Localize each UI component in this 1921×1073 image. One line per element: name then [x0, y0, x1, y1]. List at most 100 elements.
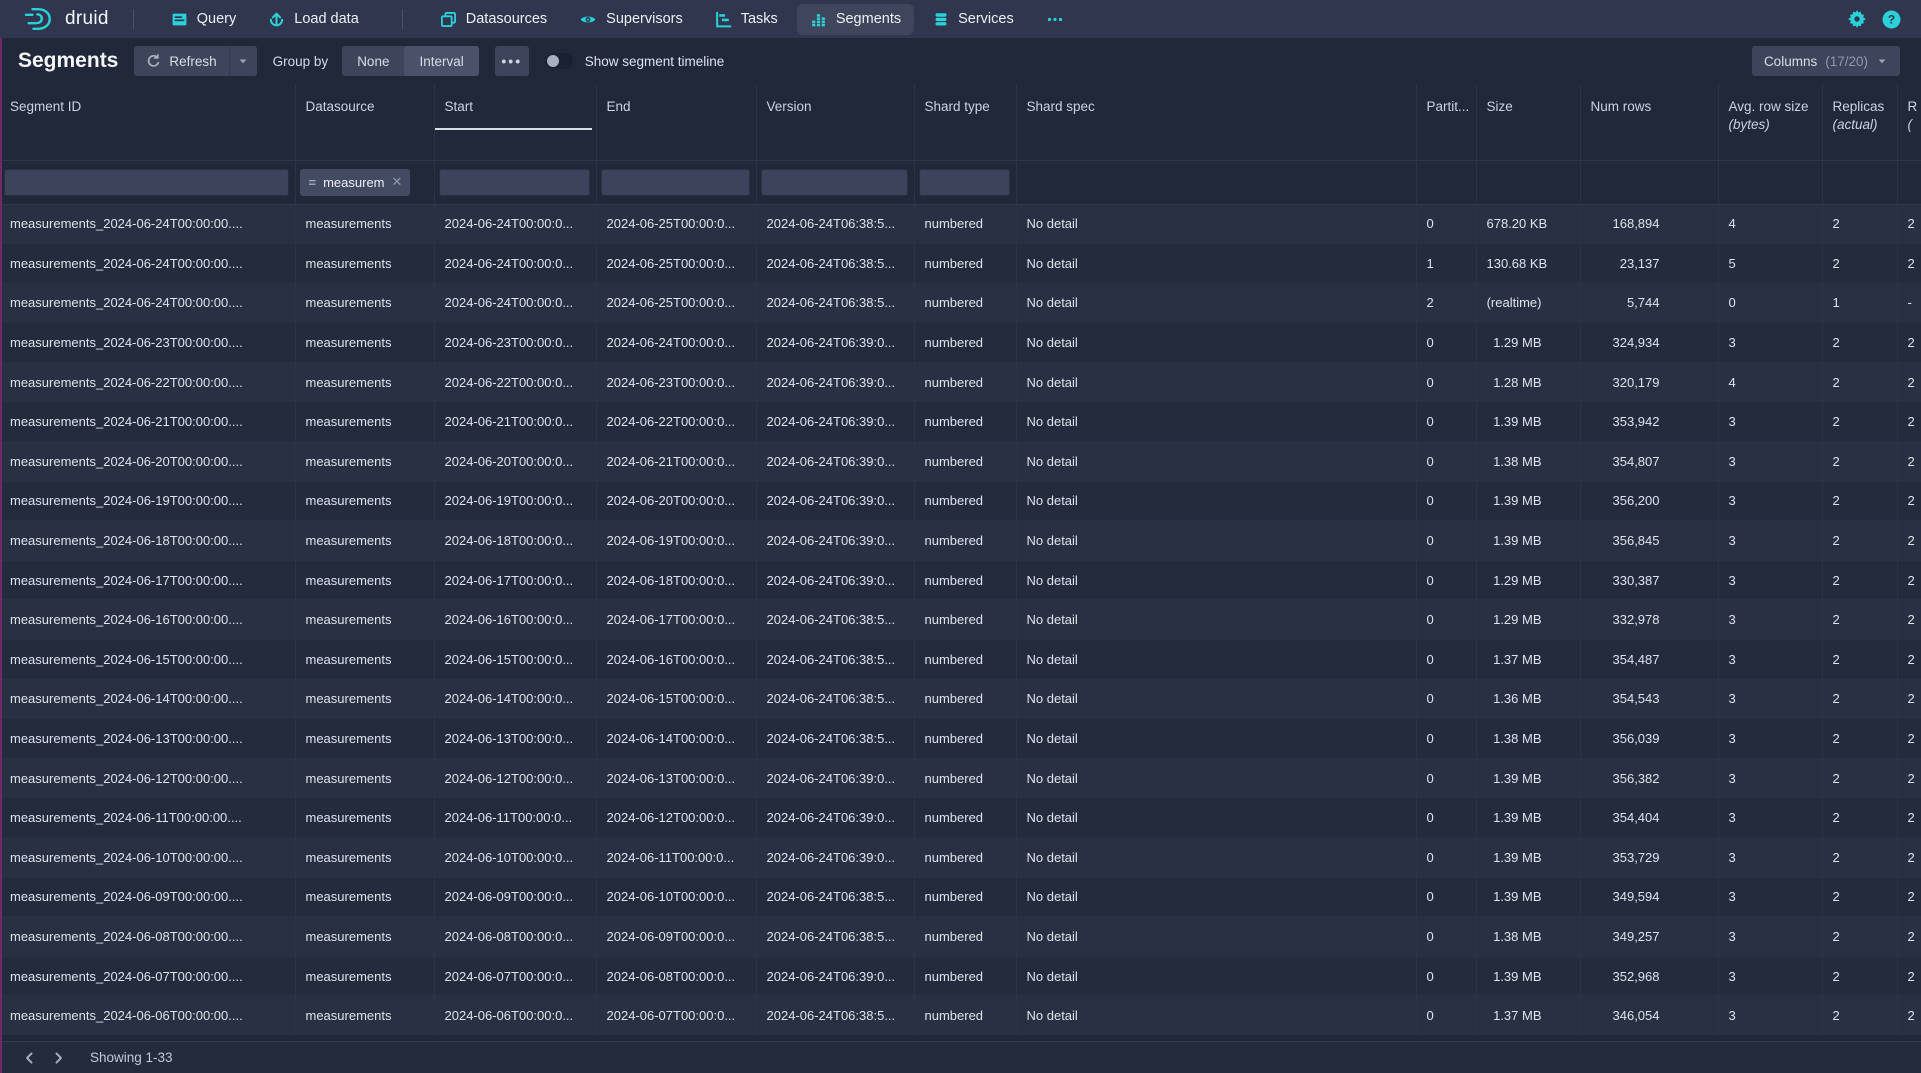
cell-segment-id[interactable]: measurements_2024-06-12T00:00:00....: [0, 758, 295, 798]
cell-num-rows[interactable]: 356,200: [1580, 481, 1718, 521]
cell-end[interactable]: 2024-06-13T00:00:0...: [596, 758, 756, 798]
cell-avg-row-size[interactable]: 4: [1718, 204, 1822, 244]
cell-shard-type[interactable]: numbered: [914, 798, 1016, 838]
cell-start[interactable]: 2024-06-15T00:00:0...: [434, 640, 596, 680]
cell-clipped[interactable]: 2: [1897, 323, 1921, 363]
cell-partition[interactable]: 2: [1416, 283, 1476, 323]
cell-datasource[interactable]: measurements: [295, 244, 434, 284]
cell-shard-spec[interactable]: No detail: [1016, 679, 1416, 719]
cell-partition[interactable]: 0: [1416, 442, 1476, 482]
table-row[interactable]: measurements_2024-06-19T00:00:00.... mea…: [0, 481, 1921, 521]
cell-start[interactable]: 2024-06-20T00:00:0...: [434, 442, 596, 482]
cell-replicas[interactable]: 2: [1822, 996, 1897, 1036]
cell-start[interactable]: 2024-06-22T00:00:0...: [434, 362, 596, 402]
cell-start[interactable]: 2024-06-17T00:00:0...: [434, 560, 596, 600]
cell-start[interactable]: 2024-06-11T00:00:0...: [434, 798, 596, 838]
cell-shard-spec[interactable]: No detail: [1016, 838, 1416, 878]
cell-datasource[interactable]: measurements: [295, 283, 434, 323]
cell-segment-id[interactable]: measurements_2024-06-19T00:00:00....: [0, 481, 295, 521]
cell-avg-row-size[interactable]: 3: [1718, 600, 1822, 640]
cell-segment-id[interactable]: measurements_2024-06-22T00:00:00....: [0, 362, 295, 402]
cell-avg-row-size[interactable]: 3: [1718, 481, 1822, 521]
cell-shard-type[interactable]: numbered: [914, 877, 1016, 917]
cell-end[interactable]: 2024-06-19T00:00:0...: [596, 521, 756, 561]
cell-shard-spec[interactable]: No detail: [1016, 362, 1416, 402]
cell-avg-row-size[interactable]: 3: [1718, 996, 1822, 1036]
cell-num-rows[interactable]: 354,543: [1580, 679, 1718, 719]
cell-replicas[interactable]: 2: [1822, 917, 1897, 957]
cell-datasource[interactable]: measurements: [295, 442, 434, 482]
cell-replicas[interactable]: 2: [1822, 362, 1897, 402]
columns-button[interactable]: Columns (17/20): [1752, 46, 1900, 76]
cell-clipped[interactable]: 2: [1897, 442, 1921, 482]
cell-shard-type[interactable]: numbered: [914, 204, 1016, 244]
cell-replicas[interactable]: 2: [1822, 600, 1897, 640]
cell-num-rows[interactable]: 5,744: [1580, 283, 1718, 323]
group-by-interval-button[interactable]: Interval: [404, 46, 478, 76]
cell-datasource[interactable]: measurements: [295, 402, 434, 442]
cell-clipped[interactable]: 2: [1897, 996, 1921, 1036]
cell-partition[interactable]: 1: [1416, 244, 1476, 284]
column-header-clipped[interactable]: R(: [1897, 84, 1921, 160]
cell-num-rows[interactable]: 346,054: [1580, 996, 1718, 1036]
cell-shard-type[interactable]: numbered: [914, 917, 1016, 957]
cell-shard-spec[interactable]: No detail: [1016, 719, 1416, 759]
cell-num-rows[interactable]: 354,807: [1580, 442, 1718, 482]
cell-partition[interactable]: 0: [1416, 758, 1476, 798]
cell-datasource[interactable]: measurements: [295, 204, 434, 244]
column-header-partition[interactable]: Partit...: [1416, 84, 1476, 160]
cell-end[interactable]: 2024-06-25T00:00:0...: [596, 283, 756, 323]
cell-num-rows[interactable]: 353,942: [1580, 402, 1718, 442]
cell-start[interactable]: 2024-06-10T00:00:0...: [434, 838, 596, 878]
cell-end[interactable]: 2024-06-11T00:00:0...: [596, 838, 756, 878]
cell-segment-id[interactable]: measurements_2024-06-09T00:00:00....: [0, 877, 295, 917]
cell-end[interactable]: 2024-06-12T00:00:0...: [596, 798, 756, 838]
cell-avg-row-size[interactable]: 4: [1718, 362, 1822, 402]
cell-num-rows[interactable]: 349,594: [1580, 877, 1718, 917]
cell-shard-spec[interactable]: No detail: [1016, 917, 1416, 957]
start-filter-input[interactable]: [439, 169, 590, 196]
cell-size[interactable]: 1.29 MB: [1476, 560, 1580, 600]
column-header-end[interactable]: End: [596, 84, 756, 160]
table-row[interactable]: measurements_2024-06-13T00:00:00.... mea…: [0, 719, 1921, 759]
cell-num-rows[interactable]: 330,387: [1580, 560, 1718, 600]
cell-end[interactable]: 2024-06-22T00:00:0...: [596, 402, 756, 442]
cell-avg-row-size[interactable]: 0: [1718, 283, 1822, 323]
cell-shard-type[interactable]: numbered: [914, 679, 1016, 719]
cell-shard-spec[interactable]: No detail: [1016, 758, 1416, 798]
cell-clipped[interactable]: 2: [1897, 877, 1921, 917]
cell-segment-id[interactable]: measurements_2024-06-24T00:00:00....: [0, 244, 295, 284]
cell-shard-spec[interactable]: No detail: [1016, 204, 1416, 244]
cell-datasource[interactable]: measurements: [295, 640, 434, 680]
cell-clipped[interactable]: 2: [1897, 917, 1921, 957]
cell-avg-row-size[interactable]: 3: [1718, 838, 1822, 878]
cell-clipped[interactable]: 2: [1897, 679, 1921, 719]
cell-replicas[interactable]: 2: [1822, 679, 1897, 719]
segment-id-filter-input[interactable]: [4, 169, 289, 196]
cell-size[interactable]: 1.39 MB: [1476, 956, 1580, 996]
refresh-caret-button[interactable]: [229, 46, 257, 76]
cell-start[interactable]: 2024-06-14T00:00:0...: [434, 679, 596, 719]
cell-end[interactable]: 2024-06-23T00:00:0...: [596, 362, 756, 402]
table-row[interactable]: measurements_2024-06-11T00:00:00.... mea…: [0, 798, 1921, 838]
column-header-datasource[interactable]: Datasource: [295, 84, 434, 160]
table-row[interactable]: measurements_2024-06-06T00:00:00.... mea…: [0, 996, 1921, 1036]
cell-datasource[interactable]: measurements: [295, 996, 434, 1036]
segment-timeline-toggle[interactable]: [545, 53, 573, 69]
cell-replicas[interactable]: 2: [1822, 798, 1897, 838]
cell-segment-id[interactable]: measurements_2024-06-24T00:00:00....: [0, 283, 295, 323]
cell-version[interactable]: 2024-06-24T06:39:0...: [756, 758, 914, 798]
cell-partition[interactable]: 0: [1416, 877, 1476, 917]
cell-shard-type[interactable]: numbered: [914, 758, 1016, 798]
end-filter-input[interactable]: [601, 169, 750, 196]
cell-shard-type[interactable]: numbered: [914, 719, 1016, 759]
cell-size[interactable]: 1.29 MB: [1476, 323, 1580, 363]
cell-clipped[interactable]: 2: [1897, 600, 1921, 640]
cell-segment-id[interactable]: measurements_2024-06-18T00:00:00....: [0, 521, 295, 561]
cell-size[interactable]: 1.38 MB: [1476, 917, 1580, 957]
datasource-filter-chip[interactable]: = measurem ✕: [300, 169, 411, 196]
cell-shard-type[interactable]: numbered: [914, 996, 1016, 1036]
cell-num-rows[interactable]: 356,382: [1580, 758, 1718, 798]
cell-shard-spec[interactable]: No detail: [1016, 600, 1416, 640]
column-header-segment-id[interactable]: Segment ID: [0, 84, 295, 160]
